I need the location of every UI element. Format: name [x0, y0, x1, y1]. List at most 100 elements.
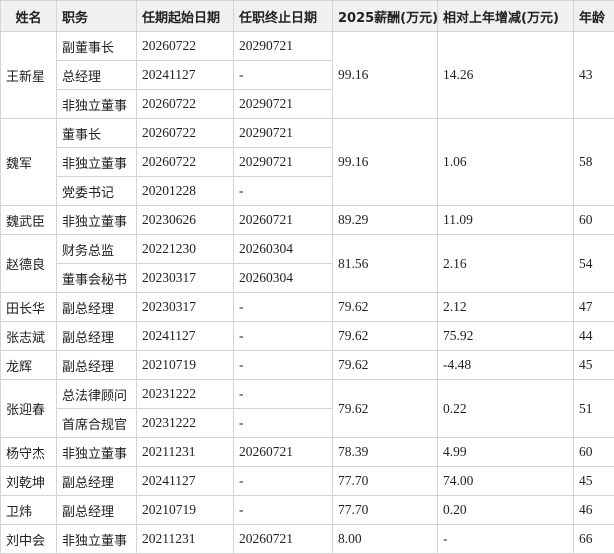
age-cell: 66	[574, 525, 614, 554]
start-date-cell: 20260722	[137, 119, 234, 148]
change-cell: 2.12	[438, 293, 574, 322]
end-date-cell: 20290721	[234, 119, 333, 148]
start-date-cell: 20210719	[137, 496, 234, 525]
position-cell: 总法律顾问	[57, 380, 137, 409]
age-cell: 45	[574, 467, 614, 496]
age-cell: 51	[574, 380, 614, 438]
position-cell: 董事长	[57, 119, 137, 148]
position-cell: 总经理	[57, 61, 137, 90]
salary-cell: 99.16	[333, 119, 438, 206]
position-cell: 副董事长	[57, 32, 137, 61]
position-cell: 财务总监	[57, 235, 137, 264]
start-date-cell: 20241127	[137, 467, 234, 496]
header-end-date: 任职终止日期	[234, 1, 333, 32]
table-body: 王新星副董事长202607222029072199.1614.2643总经理20…	[1, 32, 614, 554]
table-row: 刘乾坤副总经理20241127-77.7074.0045	[1, 467, 614, 496]
change-cell: 14.26	[438, 32, 574, 119]
salary-cell: 77.70	[333, 467, 438, 496]
change-cell: 1.06	[438, 119, 574, 206]
table-row: 龙辉副总经理20210719-79.62-4.4845	[1, 351, 614, 380]
change-cell: 0.22	[438, 380, 574, 438]
table-row: 赵德良财务总监202212302026030481.562.1654	[1, 235, 614, 264]
start-date-cell: 20231222	[137, 409, 234, 438]
start-date-cell: 20210719	[137, 351, 234, 380]
age-cell: 58	[574, 119, 614, 206]
table-row: 王新星副董事长202607222029072199.1614.2643	[1, 32, 614, 61]
position-cell: 首席合规官	[57, 409, 137, 438]
name-cell: 龙辉	[1, 351, 57, 380]
table-row: 张迎春总法律顾问20231222-79.620.2251	[1, 380, 614, 409]
header-position: 职务	[57, 1, 137, 32]
start-date-cell: 20241127	[137, 61, 234, 90]
change-cell: 74.00	[438, 467, 574, 496]
end-date-cell: -	[234, 322, 333, 351]
change-cell: 75.92	[438, 322, 574, 351]
age-cell: 54	[574, 235, 614, 293]
position-cell: 副总经理	[57, 293, 137, 322]
table-row: 田长华副总经理20230317-79.622.1247	[1, 293, 614, 322]
age-cell: 44	[574, 322, 614, 351]
end-date-cell: 20290721	[234, 32, 333, 61]
end-date-cell: -	[234, 351, 333, 380]
position-cell: 非独立董事	[57, 206, 137, 235]
change-cell: 11.09	[438, 206, 574, 235]
salary-cell: 8.00	[333, 525, 438, 554]
position-cell: 非独立董事	[57, 90, 137, 119]
table-row: 魏军董事长202607222029072199.161.0658	[1, 119, 614, 148]
start-date-cell: 20201228	[137, 177, 234, 206]
header-change: 相对上年增减(万元)	[438, 1, 574, 32]
end-date-cell: 20260304	[234, 235, 333, 264]
name-cell: 赵德良	[1, 235, 57, 293]
header-name: 姓名	[1, 1, 57, 32]
start-date-cell: 20230317	[137, 293, 234, 322]
name-cell: 杨守杰	[1, 438, 57, 467]
salary-cell: 89.29	[333, 206, 438, 235]
age-cell: 46	[574, 496, 614, 525]
table-row: 张志斌副总经理20241127-79.6275.9244	[1, 322, 614, 351]
age-cell: 60	[574, 438, 614, 467]
header-age: 年龄	[574, 1, 614, 32]
header-salary: 2025薪酬(万元)	[333, 1, 438, 32]
name-cell: 卫炜	[1, 496, 57, 525]
end-date-cell: 20260721	[234, 206, 333, 235]
name-cell: 张迎春	[1, 380, 57, 438]
change-cell: 4.99	[438, 438, 574, 467]
change-cell: -4.48	[438, 351, 574, 380]
start-date-cell: 20260722	[137, 90, 234, 119]
salary-cell: 79.62	[333, 322, 438, 351]
change-cell: 0.20	[438, 496, 574, 525]
salary-cell: 78.39	[333, 438, 438, 467]
name-cell: 张志斌	[1, 322, 57, 351]
end-date-cell: -	[234, 293, 333, 322]
name-cell: 刘乾坤	[1, 467, 57, 496]
age-cell: 45	[574, 351, 614, 380]
end-date-cell: -	[234, 380, 333, 409]
start-date-cell: 20211231	[137, 525, 234, 554]
end-date-cell: 20290721	[234, 148, 333, 177]
end-date-cell: 20260721	[234, 438, 333, 467]
age-cell: 43	[574, 32, 614, 119]
name-cell: 魏武臣	[1, 206, 57, 235]
position-cell: 党委书记	[57, 177, 137, 206]
end-date-cell: 20260304	[234, 264, 333, 293]
start-date-cell: 20230626	[137, 206, 234, 235]
end-date-cell: 20290721	[234, 90, 333, 119]
position-cell: 非独立董事	[57, 525, 137, 554]
name-cell: 田长华	[1, 293, 57, 322]
end-date-cell: -	[234, 467, 333, 496]
end-date-cell: 20260721	[234, 525, 333, 554]
salary-cell: 99.16	[333, 32, 438, 119]
position-cell: 副总经理	[57, 322, 137, 351]
start-date-cell: 20241127	[137, 322, 234, 351]
start-date-cell: 20211231	[137, 438, 234, 467]
salary-cell: 81.56	[333, 235, 438, 293]
position-cell: 非独立董事	[57, 438, 137, 467]
table-row: 魏武臣非独立董事202306262026072189.2911.0960	[1, 206, 614, 235]
change-cell: 2.16	[438, 235, 574, 293]
position-cell: 董事会秘书	[57, 264, 137, 293]
start-date-cell: 20260722	[137, 148, 234, 177]
salary-cell: 79.62	[333, 293, 438, 322]
name-cell: 刘中会	[1, 525, 57, 554]
table-row: 杨守杰非独立董事202112312026072178.394.9960	[1, 438, 614, 467]
name-cell: 王新星	[1, 32, 57, 119]
